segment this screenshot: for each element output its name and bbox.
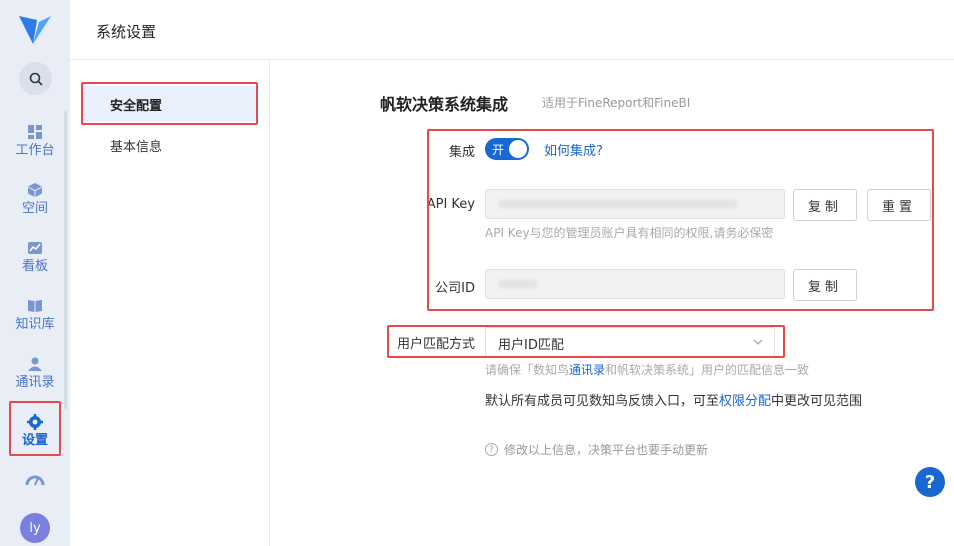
api-key-hint: API Key与您的管理员账户具有相同的权限,请务必保密 bbox=[485, 226, 774, 240]
search-icon bbox=[29, 72, 43, 86]
rail-item-label: 通讯录 bbox=[15, 374, 55, 390]
dashboard-icon bbox=[28, 124, 42, 139]
book-icon bbox=[28, 299, 42, 312]
subnav-item-security[interactable]: 安全配置 bbox=[82, 86, 257, 122]
rail-item-label: 设置 bbox=[21, 432, 48, 448]
section-title: 帆软决策系统集成 bbox=[380, 95, 509, 114]
speedometer-icon[interactable] bbox=[25, 471, 45, 491]
permission-link[interactable]: 权限分配 bbox=[719, 394, 771, 409]
match-method-label: 用户匹配方式 bbox=[396, 337, 475, 352]
rail-item-label: 看板 bbox=[21, 258, 48, 274]
match-method-select[interactable]: 用户ID匹配 bbox=[485, 327, 775, 357]
integration-toggle[interactable]: 开 bbox=[485, 138, 529, 160]
match-method-value: 用户ID匹配 bbox=[498, 338, 564, 353]
rail-item-knowledge[interactable]: 知识库 bbox=[6, 290, 64, 340]
masked-value bbox=[498, 200, 738, 208]
rail-item-workbench[interactable]: 工作台 bbox=[6, 116, 64, 166]
note-pre: 默认所有成员可见数知鸟反馈入口，可至 bbox=[485, 394, 720, 409]
main-content: 帆软决策系统集成 适用于FineReport和FineBI 集成 开 如何集成?… bbox=[270, 61, 954, 546]
masked-value bbox=[498, 280, 538, 288]
avatar[interactable]: ly bbox=[20, 513, 50, 543]
note-post: 中更改可见范围 bbox=[771, 394, 863, 409]
company-id-label: 公司ID bbox=[435, 281, 475, 296]
search-button[interactable] bbox=[19, 62, 52, 95]
match-hint-post: 和帆软决策系统」用户的匹配信息一致 bbox=[605, 363, 810, 377]
app-rail: 工作台 空间 看板 知识库 通讯录 设置 ly bbox=[0, 0, 70, 546]
company-id-field[interactable] bbox=[485, 269, 785, 299]
rail-item-contacts[interactable]: 通讯录 bbox=[6, 348, 64, 398]
match-hint: 请确保「数知鸟通讯录和帆软决策系统」用户的匹配信息一致 bbox=[485, 361, 809, 378]
reset-api-key-button[interactable]: 重置 bbox=[867, 189, 931, 221]
visibility-note: 默认所有成员可见数知鸟反馈入口，可至权限分配中更改可见范围 bbox=[485, 390, 862, 409]
rail-item-label: 工作台 bbox=[15, 142, 55, 158]
rail-scrollbar[interactable] bbox=[64, 110, 67, 410]
subnav-item-basic-info[interactable]: 基本信息 bbox=[82, 127, 257, 163]
contacts-icon bbox=[28, 357, 42, 371]
rail-item-space[interactable]: 空间 bbox=[6, 174, 64, 224]
section-subtitle: 适用于FineReport和FineBI bbox=[542, 96, 691, 110]
cube-icon bbox=[28, 182, 42, 197]
rail-item-settings[interactable]: 设置 bbox=[6, 406, 64, 456]
toggle-text: 开 bbox=[492, 143, 505, 157]
gear-icon bbox=[27, 413, 43, 430]
page-title: 系统设置 bbox=[96, 23, 157, 41]
rail-item-label: 空间 bbox=[21, 200, 48, 216]
board-icon bbox=[28, 241, 42, 254]
page-header: 系统设置 bbox=[70, 0, 954, 60]
integration-label: 集成 bbox=[448, 145, 475, 160]
question-circle-icon: ? bbox=[485, 443, 498, 456]
copy-company-id-button[interactable]: 复制 bbox=[793, 269, 857, 301]
rail-item-board[interactable]: 看板 bbox=[6, 232, 64, 282]
chevron-down-icon bbox=[753, 339, 763, 345]
help-button[interactable]: ? bbox=[915, 467, 945, 497]
update-tip: ? 修改以上信息，决策平台也要手动更新 bbox=[485, 441, 708, 458]
api-key-field[interactable] bbox=[485, 189, 785, 219]
app-logo-icon[interactable] bbox=[17, 14, 53, 46]
contacts-link[interactable]: 通讯录 bbox=[569, 363, 605, 377]
copy-api-key-button[interactable]: 复制 bbox=[793, 189, 857, 221]
rail-item-label: 知识库 bbox=[15, 316, 55, 332]
api-key-label: API Key bbox=[426, 197, 475, 212]
how-to-integrate-link[interactable]: 如何集成? bbox=[544, 140, 603, 159]
tip-text: 修改以上信息，决策平台也要手动更新 bbox=[504, 443, 709, 457]
settings-subnav: 安全配置 基本信息 bbox=[70, 61, 270, 546]
match-hint-pre: 请确保「数知鸟 bbox=[485, 363, 570, 377]
toggle-knob bbox=[509, 140, 527, 158]
